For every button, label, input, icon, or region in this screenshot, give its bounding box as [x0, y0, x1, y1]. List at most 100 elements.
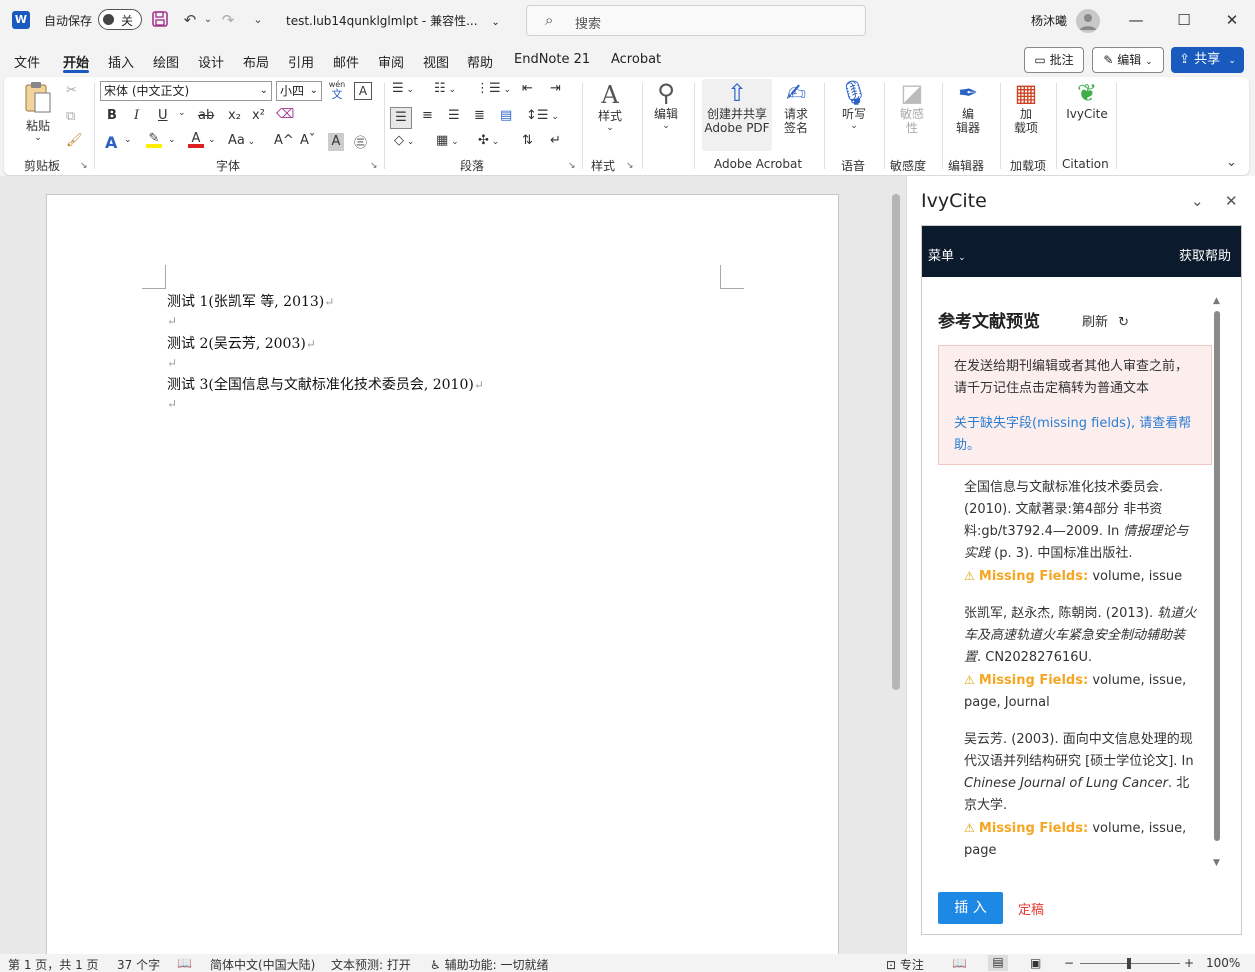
- show-marks-icon[interactable]: ↵: [550, 133, 561, 148]
- tab-help[interactable]: 帮助: [467, 52, 493, 71]
- doc-empty-line[interactable]: ↵: [167, 313, 177, 329]
- clear-formatting-icon[interactable]: ⌫: [276, 107, 294, 122]
- tab-design[interactable]: 设计: [198, 52, 224, 71]
- get-help-link[interactable]: 获取帮助: [1179, 245, 1231, 264]
- pane-close-icon[interactable]: ✕: [1225, 192, 1238, 210]
- numbering-icon[interactable]: ☷ ⌄: [434, 81, 456, 96]
- subscript-button[interactable]: x₂: [228, 108, 241, 123]
- comment-button[interactable]: ▭ 批注: [1024, 47, 1084, 73]
- dialog-launcher-icon[interactable]: ↘: [626, 161, 634, 171]
- focus-button[interactable]: ⊡ 专注: [886, 956, 924, 972]
- create-pdf-button[interactable]: ⇧ 创建并共享 Adobe PDF: [702, 79, 772, 151]
- ivycite-button[interactable]: ❦ IvyCite: [1062, 79, 1112, 121]
- pane-scrollbar[interactable]: [1214, 311, 1220, 841]
- minimize-icon[interactable]: —: [1121, 8, 1151, 32]
- char-border-icon[interactable]: A: [354, 82, 372, 100]
- font-name-dropdown[interactable]: 宋体 (中文正文) ⌄: [100, 81, 272, 101]
- tab-acrobat[interactable]: Acrobat: [611, 52, 661, 67]
- superscript-button[interactable]: x²: [252, 108, 265, 123]
- grow-font-button[interactable]: A^: [274, 133, 294, 148]
- read-mode-icon[interactable]: 📖: [952, 956, 967, 970]
- request-signature-button[interactable]: ✍ 请求 签名: [778, 79, 814, 135]
- zoom-slider-thumb[interactable]: [1127, 958, 1131, 969]
- chevron-down-icon[interactable]: ⌄: [208, 135, 216, 145]
- language-indicator[interactable]: 简体中文(中国大陆): [210, 956, 315, 972]
- styles-button[interactable]: A 样式 ⌄: [592, 81, 628, 133]
- doc-empty-line[interactable]: ↵: [167, 355, 177, 371]
- search-box[interactable]: ⌕ 搜索: [526, 5, 866, 36]
- user-name[interactable]: 杨沐曦: [1031, 12, 1067, 29]
- shading-icon[interactable]: ◇ ⌄: [394, 133, 414, 148]
- enclose-char-icon[interactable]: ㊂: [354, 132, 367, 151]
- insert-button[interactable]: 插 入: [938, 892, 1003, 924]
- paste-button[interactable]: 粘贴 ⌄: [20, 81, 56, 143]
- increase-indent-icon[interactable]: ⇥: [550, 81, 561, 96]
- sort-icon[interactable]: ⇅: [522, 133, 533, 148]
- ribbon-collapse-icon[interactable]: ⌄: [1226, 155, 1237, 170]
- highlight-icon[interactable]: ✎: [146, 131, 162, 148]
- chevron-down-icon[interactable]: ⌄: [178, 108, 186, 118]
- bullets-icon[interactable]: ☰ ⌄: [392, 81, 414, 96]
- phonetic-guide-button[interactable]: wén 文: [328, 80, 346, 100]
- text-effects-icon[interactable]: A: [105, 133, 117, 152]
- undo-icon[interactable]: ↶: [180, 10, 200, 30]
- proofing-icon[interactable]: 📖: [177, 956, 192, 970]
- chevron-down-icon[interactable]: ⌄: [124, 135, 132, 145]
- document-scrollbar[interactable]: [892, 194, 900, 690]
- editing-button[interactable]: ⚲ 编辑 ⌄: [648, 79, 684, 131]
- borders-icon[interactable]: ▦ ⌄: [436, 133, 459, 148]
- undo-dropdown-icon[interactable]: ⌄: [198, 10, 218, 30]
- share-button[interactable]: ⇪ 共享 ⌄: [1171, 47, 1244, 73]
- title-chevron-icon[interactable]: ⌄: [491, 17, 499, 28]
- italic-button[interactable]: I: [134, 108, 139, 123]
- doc-empty-line[interactable]: ↵: [167, 396, 177, 412]
- strikethrough-button[interactable]: ab: [198, 108, 214, 123]
- tab-endnote[interactable]: EndNote 21: [514, 52, 590, 67]
- chevron-down-icon[interactable]: ⌄: [168, 135, 176, 145]
- format-painter-icon[interactable]: 🖌: [66, 133, 83, 148]
- shrink-font-button[interactable]: Aˇ: [300, 133, 315, 148]
- sensitivity-button[interactable]: ◪ 敏感 性: [894, 79, 930, 135]
- change-case-button[interactable]: Aa ⌄: [228, 133, 255, 148]
- align-left-icon[interactable]: ☰: [390, 107, 412, 129]
- document-page[interactable]: 测试 1(张凯军 等, 2013)↵ ↵ 测试 2(吴云芳, 2003)↵ ↵ …: [46, 194, 839, 972]
- maximize-icon[interactable]: ☐: [1169, 8, 1199, 32]
- copy-icon[interactable]: ⧉: [66, 109, 75, 124]
- autosave-toggle[interactable]: 关: [98, 9, 142, 30]
- doc-line-2[interactable]: 测试 2(吴云芳, 2003)↵: [167, 333, 316, 353]
- redo-icon[interactable]: ↷: [218, 10, 238, 30]
- tab-mailings[interactable]: 邮件: [333, 52, 359, 71]
- cut-icon[interactable]: ✂: [66, 83, 77, 98]
- tab-draw[interactable]: 绘图: [153, 52, 179, 71]
- tab-review[interactable]: 审阅: [378, 52, 404, 71]
- editing-mode-button[interactable]: ✎ 编辑 ⌄: [1092, 47, 1164, 73]
- bold-button[interactable]: B: [107, 108, 117, 123]
- chinese-layout-icon[interactable]: ✣ ⌄: [478, 133, 499, 148]
- justify-icon[interactable]: ≣: [474, 108, 485, 123]
- dialog-launcher-icon[interactable]: ↘: [370, 161, 378, 171]
- multilevel-list-icon[interactable]: ⋮☰ ⌄: [476, 81, 511, 96]
- underline-button[interactable]: U: [158, 108, 168, 123]
- line-spacing-icon[interactable]: ↕☰ ⌄: [526, 108, 559, 123]
- tab-references[interactable]: 引用: [288, 52, 314, 71]
- close-window-icon[interactable]: ✕: [1217, 8, 1247, 32]
- refresh-button[interactable]: 刷新 ↻: [1082, 311, 1129, 330]
- word-count[interactable]: 37 个字: [117, 956, 160, 972]
- dialog-launcher-icon[interactable]: ↘: [80, 161, 88, 171]
- doc-line-3[interactable]: 测试 3(全国信息与文献标准化技术委员会, 2010)↵: [167, 374, 484, 394]
- tab-layout[interactable]: 布局: [243, 52, 269, 71]
- dialog-launcher-icon[interactable]: ↘: [568, 161, 576, 171]
- finalize-button[interactable]: 定稿: [1018, 899, 1044, 918]
- missing-fields-help-link[interactable]: 关于缺失字段(missing fields), 请查看帮助。: [954, 413, 1200, 457]
- page-count[interactable]: 第 1 页，共 1 页: [8, 956, 99, 972]
- tab-file[interactable]: 文件: [14, 52, 40, 71]
- print-layout-icon[interactable]: ▤: [988, 955, 1008, 971]
- align-right-icon[interactable]: ☰: [448, 108, 460, 123]
- text-prediction-status[interactable]: 文本预测: 打开: [331, 956, 411, 972]
- pane-menu-button[interactable]: 菜单 ⌄: [928, 245, 966, 264]
- addins-button[interactable]: ▦ 加 载项: [1008, 79, 1044, 135]
- decrease-indent-icon[interactable]: ⇤: [522, 81, 533, 96]
- tab-view[interactable]: 视图: [423, 52, 449, 71]
- dictate-button[interactable]: 🎙 听写 ⌄: [836, 79, 872, 131]
- zoom-in-icon[interactable]: +: [1184, 956, 1194, 970]
